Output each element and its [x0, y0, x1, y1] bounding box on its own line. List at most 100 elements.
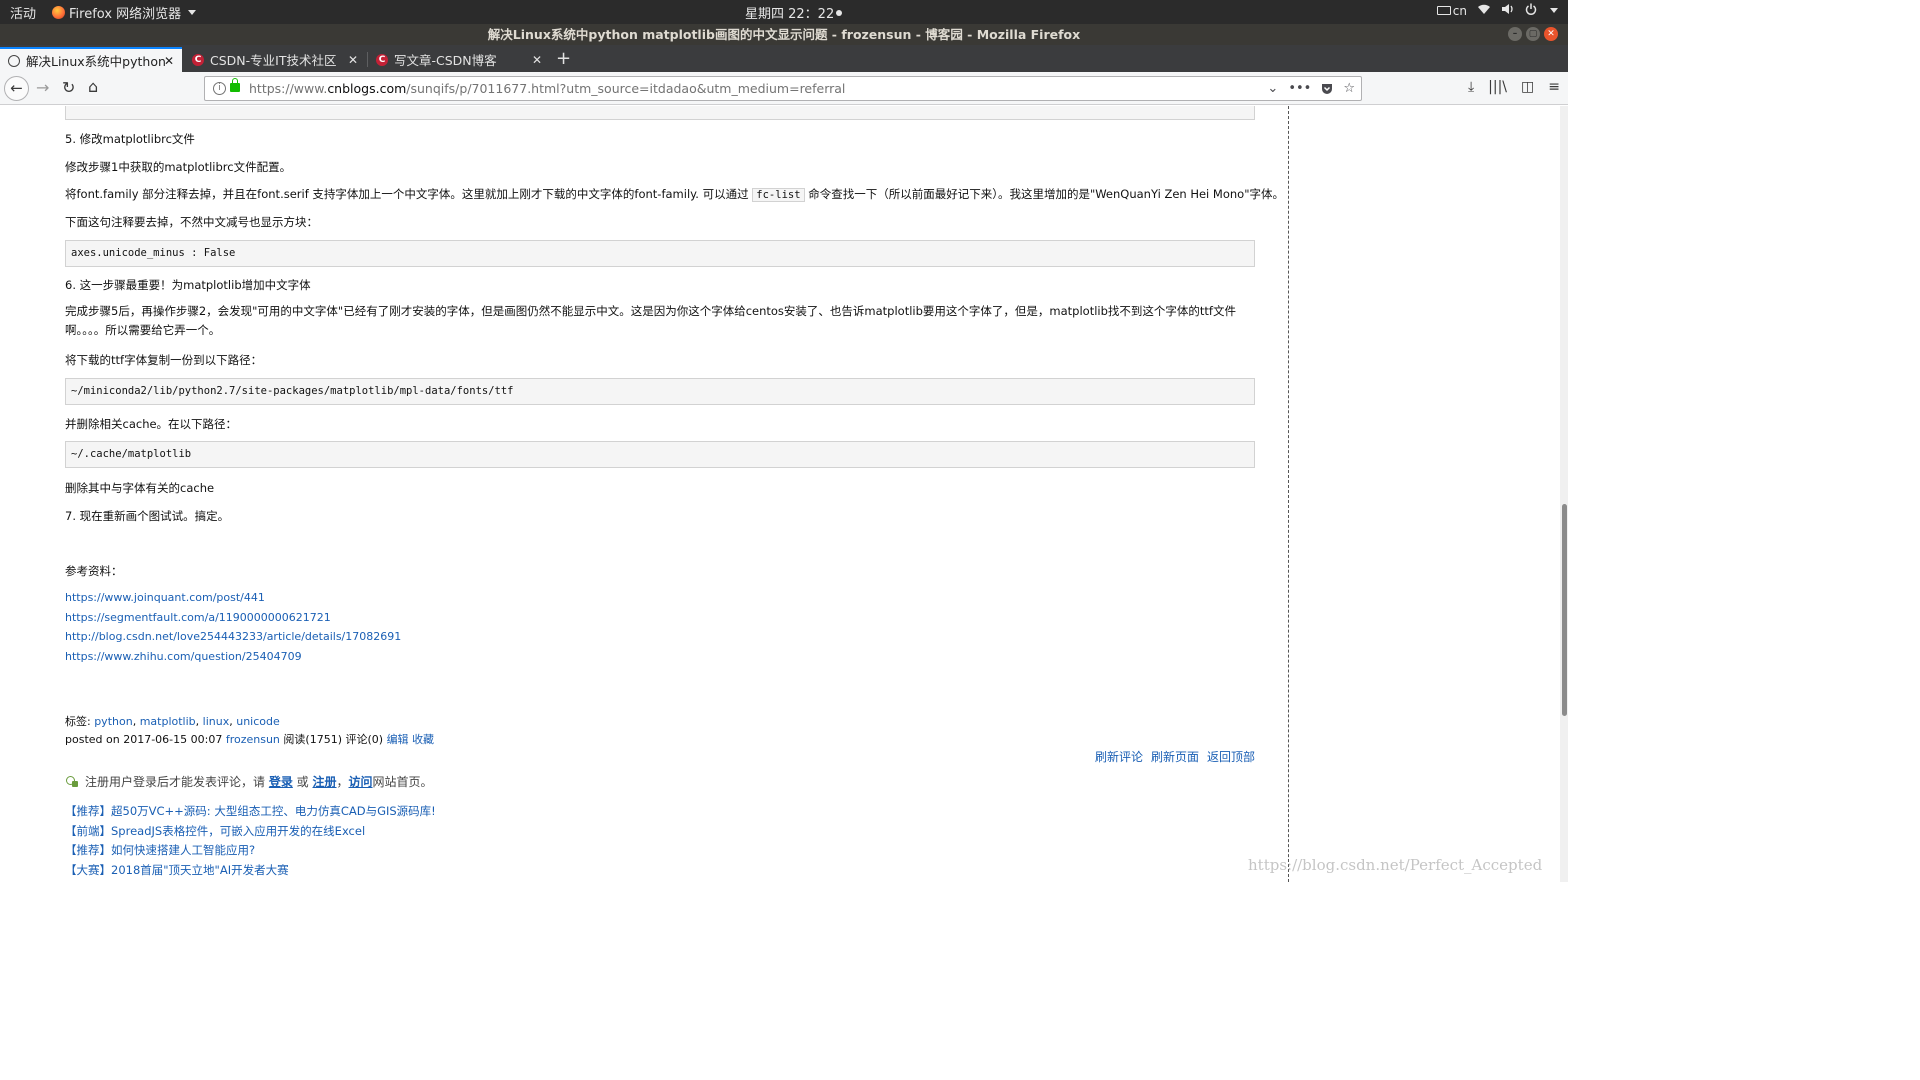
activities-button[interactable]: 活动	[10, 3, 36, 22]
navigation-toolbar: ← → ↻ ⌂ i https://www.cnblogs.com/sunqif…	[0, 72, 1568, 105]
login-tip-or: 或	[292, 775, 313, 789]
chevron-down-icon	[1550, 8, 1558, 13]
sidebar-divider	[1288, 106, 1289, 882]
promo-text: SpreadJS表格控件，可嵌入应用开发的在线Excel	[111, 824, 366, 838]
login-tip-text: 注册用户登录后才能发表评论，请 登录 或 注册，访问网站首页。	[85, 773, 433, 790]
page-actions-icon[interactable]: •••	[1288, 77, 1311, 103]
references-heading: 参考资料：	[65, 564, 123, 578]
volume-icon[interactable]	[1501, 3, 1515, 18]
step5-paragraph-3: 下面这句注释要去掉，不然中文减号也显示方块：	[65, 215, 318, 229]
back-to-top-link[interactable]: 返回顶部	[1207, 748, 1255, 765]
url-bar[interactable]: i https://www.cnblogs.com/sunqifs/p/7011…	[204, 76, 1362, 101]
window-title-bar[interactable]: 解决Linux系统中python matplotlib画图的中文显示问题 - f…	[0, 24, 1568, 45]
input-method-label: cn	[1452, 3, 1467, 18]
power-icon[interactable]	[1525, 3, 1537, 18]
login-tip-comma: ，	[336, 775, 349, 789]
reference-link-text[interactable]: https://segmentfault.com/a/1190000000621…	[65, 611, 331, 624]
step6-paragraph-4: 删除其中与字体有关的cache	[65, 481, 215, 495]
login-tip: 注册用户登录后才能发表评论，请 登录 或 注册，访问网站首页。	[65, 773, 433, 790]
sidebar-icon[interactable]: ◫	[1521, 79, 1534, 95]
favorite-link[interactable]: 收藏	[412, 733, 434, 746]
close-icon[interactable]: ✕	[348, 53, 358, 67]
tab-strip: 解决Linux系统中python ✕ C CSDN-专业IT技术社区 ✕ C 写…	[0, 45, 1568, 72]
refresh-comments-link[interactable]: 刷新评论	[1095, 748, 1143, 765]
url-dropdown-icon[interactable]: ⌄	[1267, 77, 1278, 103]
code-block-previous	[65, 106, 1255, 120]
step5-paragraph-2: 将font.family 部分注释去掉，并且在font.serif 支持字体加上…	[65, 186, 1284, 202]
promo-item: 【推荐】超50万VC++源码: 大型组态工控、电力仿真CAD与GIS源码库!	[65, 803, 436, 819]
tag-link[interactable]: unicode	[236, 715, 280, 728]
tab-csdn-home[interactable]: C CSDN-专业IT技术社区 ✕	[184, 47, 366, 72]
tab-csdn-write[interactable]: C 写文章-CSDN博客 ✕	[368, 47, 550, 72]
firefox-logo-icon	[52, 6, 65, 19]
tab-label: 写文章-CSDN博客	[394, 53, 497, 68]
promo-text: 如何快速搭建人工智能应用?	[111, 843, 256, 857]
inline-code: fc-list	[752, 188, 805, 202]
forward-button[interactable]: →	[36, 78, 49, 97]
promo-item: 【推荐】如何快速搭建人工智能应用?	[65, 842, 255, 858]
url-path: /sunqifs/p/7011677.html?utm_source=itdad…	[406, 81, 846, 96]
promo-tag: 【大赛】	[65, 863, 111, 877]
login-link[interactable]: 登录	[269, 775, 293, 789]
reload-button[interactable]: ↻	[62, 78, 75, 97]
visit-homepage-link[interactable]: 访问	[349, 775, 373, 789]
register-link[interactable]: 注册	[312, 775, 336, 789]
promo-item: 【前端】SpreadJS表格控件，可嵌入应用开发的在线Excel	[65, 823, 365, 839]
refresh-page-link[interactable]: 刷新页面	[1151, 748, 1199, 765]
tab-cnblogs-article[interactable]: 解决Linux系统中python ✕	[0, 47, 182, 72]
info-icon[interactable]: i	[213, 82, 226, 95]
tag-link[interactable]: matplotlib	[140, 715, 196, 728]
maximize-icon[interactable]: ▢	[1526, 27, 1540, 41]
reference-link-text[interactable]: https://www.joinquant.com/post/441	[65, 591, 265, 604]
promo-text: 2018首届"顶天立地"AI开发者大赛	[111, 863, 289, 877]
code-block: axes.unicode_minus : False	[65, 240, 1255, 267]
pocket-icon[interactable]	[1321, 77, 1333, 103]
app-menu[interactable]: Firefox 网络浏览器	[52, 3, 197, 22]
clock[interactable]: 星期四 22：22	[745, 3, 843, 22]
menu-icon[interactable]: ≡	[1548, 79, 1560, 95]
reference-link-text[interactable]: https://www.zhihu.com/question/25404709	[65, 650, 302, 663]
author-link[interactable]: frozensun	[226, 733, 280, 746]
input-method-indicator[interactable]: cn	[1436, 3, 1467, 18]
bookmark-star-icon[interactable]: ☆	[1343, 77, 1355, 103]
reference-link: http://blog.csdn.net/love254443233/artic…	[65, 630, 401, 643]
tag-link[interactable]: linux	[203, 715, 230, 728]
tags-label: 标签:	[65, 715, 95, 728]
login-tip-after: 网站首页。	[372, 775, 433, 789]
notification-dot-icon	[836, 10, 843, 16]
edit-link[interactable]: 编辑	[387, 733, 409, 746]
reference-link: https://segmentfault.com/a/1190000000621…	[65, 611, 331, 624]
promo-link[interactable]: 【大赛】2018首届"顶天立地"AI开发者大赛	[65, 863, 289, 877]
library-icon[interactable]: |||\	[1488, 79, 1507, 95]
promo-link[interactable]: 【推荐】超50万VC++源码: 大型组态工控、电力仿真CAD与GIS源码库!	[65, 804, 436, 818]
promo-link[interactable]: 【前端】SpreadJS表格控件，可嵌入应用开发的在线Excel	[65, 824, 365, 838]
new-tab-button[interactable]: +	[556, 48, 571, 69]
system-tray[interactable]: cn	[1436, 3, 1558, 18]
close-icon[interactable]: ✕	[532, 53, 542, 67]
close-window-icon[interactable]: ✕	[1544, 27, 1558, 41]
code-block: ~/miniconda2/lib/python2.7/site-packages…	[65, 378, 1255, 405]
lock-icon[interactable]	[230, 78, 240, 92]
promo-text: 超50万VC++源码: 大型组态工控、电力仿真CAD与GIS源码库!	[111, 804, 436, 818]
promo-link[interactable]: 【推荐】如何快速搭建人工智能应用?	[65, 843, 255, 857]
page-content: 5. 修改matplotlibrc文件 修改步骤1中获取的matplotlibr…	[0, 106, 1568, 882]
tab-label: 解决Linux系统中python	[26, 54, 166, 69]
reference-link: https://www.joinquant.com/post/441	[65, 591, 265, 604]
csdn-icon: C	[376, 53, 388, 66]
step5-text-before: 将font.family 部分注释去掉，并且在font.serif 支持字体加上…	[65, 187, 753, 201]
tab-label: CSDN-专业IT技术社区	[210, 53, 337, 68]
wifi-icon[interactable]	[1477, 3, 1491, 18]
promo-tag: 【推荐】	[65, 804, 111, 818]
minimize-icon[interactable]: –	[1508, 27, 1522, 41]
scrollbar-thumb[interactable]	[1562, 504, 1567, 716]
reference-link-text[interactable]: http://blog.csdn.net/love254443233/artic…	[65, 630, 401, 643]
back-button[interactable]: ←	[4, 76, 29, 101]
home-button[interactable]: ⌂	[88, 77, 98, 96]
promo-item: 【大赛】2018首届"顶天立地"AI开发者大赛	[65, 862, 289, 878]
tag-link[interactable]: python	[94, 715, 132, 728]
code-block: ~/.cache/matplotlib	[65, 441, 1255, 468]
promo-tag: 【前端】	[65, 824, 111, 838]
downloads-icon[interactable]: ⤓	[1468, 79, 1474, 95]
close-icon[interactable]: ✕	[164, 54, 174, 68]
page-scrollbar[interactable]	[1560, 106, 1568, 882]
